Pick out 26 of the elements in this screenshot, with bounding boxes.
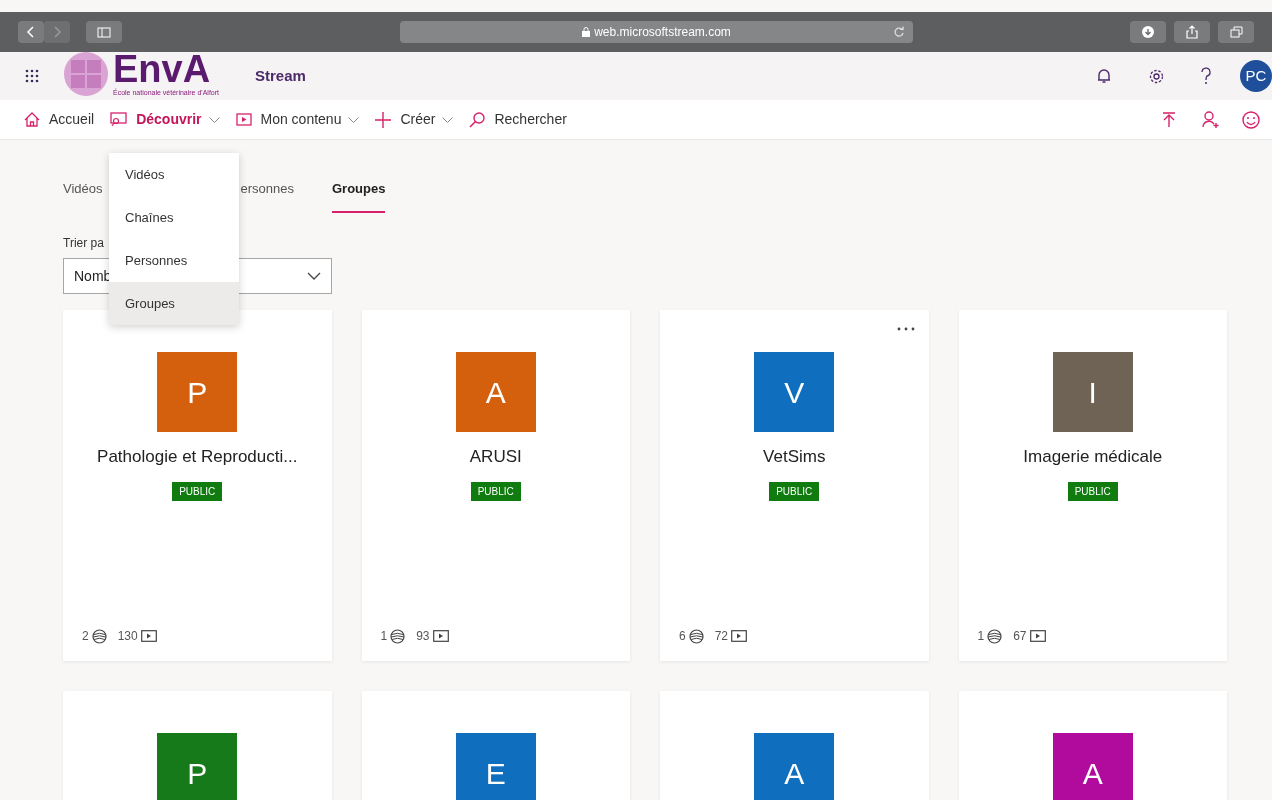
member-count: 1 (977, 628, 985, 645)
video-count: 67 (1013, 628, 1027, 645)
public-badge: PUBLIC (1067, 481, 1118, 501)
group-name: ARUSI (469, 446, 522, 468)
logo-text: EnvA (113, 49, 212, 88)
member-count: 1 (380, 628, 388, 645)
group-avatar: A (1052, 733, 1133, 800)
group-avatar: A (455, 352, 536, 432)
group-avatar: I (1052, 352, 1133, 432)
group-name: Imagerie médicale (1023, 446, 1163, 468)
public-badge: PUBLIC (470, 481, 521, 501)
public-badge: PUBLIC (769, 481, 820, 501)
member-count: 6 (679, 628, 686, 645)
group-avatar: V (754, 352, 835, 432)
video-count: 93 (416, 628, 430, 645)
group-avatar: P (157, 733, 238, 800)
public-badge: PUBLIC (172, 481, 223, 501)
group-name: VetSims (763, 446, 826, 468)
group-avatar: E (455, 733, 536, 800)
sort-label: Trier pa (63, 235, 104, 252)
video-count: 130 (117, 628, 138, 645)
group-name: Pathologie et Reproducti... (97, 446, 298, 468)
group-avatar: P (157, 352, 238, 432)
member-count: 2 (82, 628, 89, 645)
video-count: 72 (714, 628, 729, 645)
group-avatar: A (754, 733, 835, 800)
